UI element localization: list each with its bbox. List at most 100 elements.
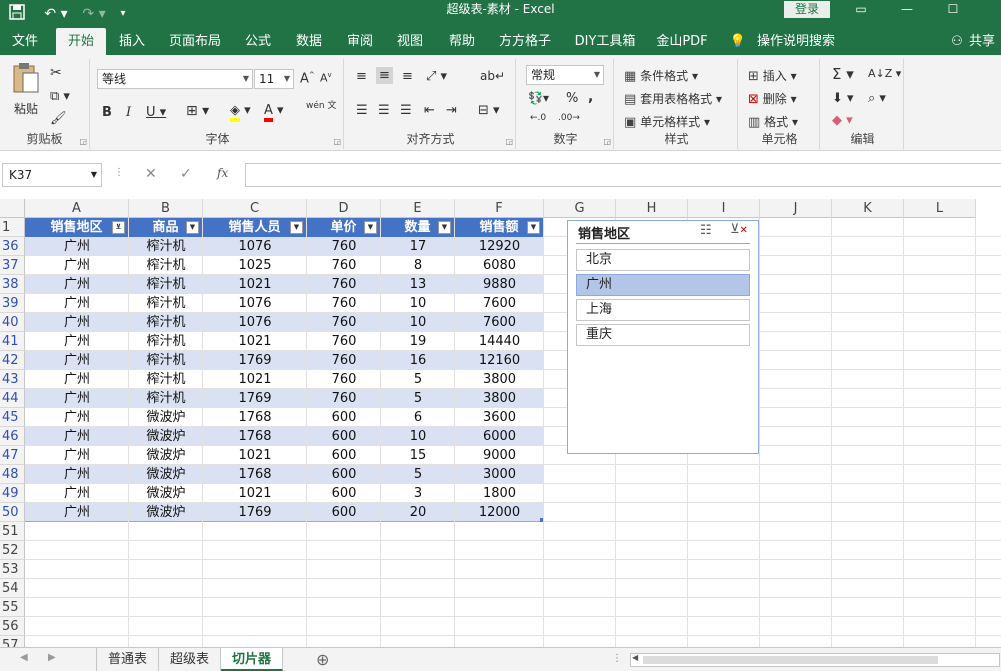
table-cell[interactable]: 广州 xyxy=(25,389,129,408)
table-cell[interactable]: 12160 xyxy=(455,351,544,370)
table-cell[interactable]: 7600 xyxy=(455,294,544,313)
sort-filter-icon[interactable]: A↓Z ▾ xyxy=(868,67,901,80)
table-cell[interactable]: 榨汁机 xyxy=(129,275,203,294)
number-launcher-icon[interactable]: ◲ xyxy=(603,137,611,146)
decrease-indent-icon[interactable]: ⇤ xyxy=(424,103,435,118)
tab-fangfang[interactable]: 方方格子 xyxy=(494,28,556,55)
horizontal-scroll-thumb[interactable] xyxy=(643,656,938,664)
table-cell[interactable]: 微波炉 xyxy=(129,484,203,503)
decrease-font-icon[interactable]: Av xyxy=(320,71,332,85)
table-cell[interactable]: 5 xyxy=(381,389,455,408)
cell-styles-button[interactable]: ▣ 单元格样式 ▾ xyxy=(624,113,710,130)
table-cell[interactable]: 9000 xyxy=(455,446,544,465)
copy-icon[interactable]: ⧉ ▾ xyxy=(50,89,70,104)
phonetic-icon[interactable]: wén 文 xyxy=(306,101,336,111)
table-cell[interactable]: 1769 xyxy=(203,389,307,408)
tab-view[interactable]: 视图 xyxy=(390,28,430,55)
row-header[interactable]: 43 xyxy=(0,370,25,389)
slicer-panel[interactable]: 销售地区 ☷ ⊻✕ 北京 广州 上海 重庆 xyxy=(567,220,759,454)
table-header-cell[interactable]: 单价 ▼ xyxy=(307,218,380,237)
tab-insert[interactable]: 插入 xyxy=(110,28,154,55)
table-cell[interactable]: 600 xyxy=(307,446,381,465)
tab-file[interactable]: 文件 xyxy=(0,28,50,55)
percent-icon[interactable]: % xyxy=(566,91,578,106)
column-header-g[interactable]: G xyxy=(544,199,616,218)
add-sheet-icon[interactable]: ⊕ xyxy=(316,650,329,669)
table-cell[interactable]: 1768 xyxy=(203,427,307,446)
ribbon-display-icon[interactable]: ▭ xyxy=(838,0,884,18)
sheet-tab[interactable]: 普通表 xyxy=(97,648,159,671)
delete-cells-button[interactable]: ⊠ 删除 ▾ xyxy=(748,90,797,107)
increase-font-icon[interactable]: A^ xyxy=(300,71,315,86)
align-center-icon[interactable]: ☰ xyxy=(378,103,390,118)
font-name-select[interactable]: 等线 ▼ xyxy=(97,69,253,89)
login-button[interactable]: 登录 xyxy=(784,1,830,18)
table-cell[interactable]: 10 xyxy=(381,294,455,313)
table-cell[interactable]: 5 xyxy=(381,370,455,389)
table-cell[interactable]: 760 xyxy=(307,313,381,332)
table-cell[interactable]: 16 xyxy=(381,351,455,370)
row-header[interactable]: 39 xyxy=(0,294,25,313)
table-cell[interactable]: 微波炉 xyxy=(129,408,203,427)
table-cell[interactable]: 760 xyxy=(307,332,381,351)
fill-icon[interactable]: ⬇ ▾ xyxy=(832,91,854,106)
underline-button[interactable]: U ▾ xyxy=(146,105,166,120)
table-cell[interactable]: 760 xyxy=(307,237,381,256)
table-cell[interactable]: 6 xyxy=(381,408,455,427)
table-cell[interactable]: 760 xyxy=(307,370,381,389)
table-header-cell[interactable]: 销售地区 ⊻ xyxy=(25,218,128,237)
slicer-item[interactable]: 广州 xyxy=(576,274,750,296)
font-launcher-icon[interactable]: ◲ xyxy=(333,137,341,146)
formula-input[interactable] xyxy=(245,163,1001,187)
column-header-h[interactable]: H xyxy=(616,199,688,218)
insert-cells-button[interactable]: ⊞ 插入 ▾ xyxy=(748,67,797,84)
table-cell[interactable]: 广州 xyxy=(25,256,129,275)
clear-icon[interactable]: ◆ ▾ xyxy=(832,113,853,128)
filter-dropdown-icon[interactable]: ▼ xyxy=(186,221,199,234)
column-header-f[interactable]: F xyxy=(455,199,544,218)
column-header-i[interactable]: I xyxy=(688,199,760,218)
row-header[interactable]: 36 xyxy=(0,237,25,256)
table-cell[interactable]: 1021 xyxy=(203,446,307,465)
column-header-b[interactable]: B xyxy=(129,199,203,218)
row-header[interactable]: 53 xyxy=(0,560,25,579)
table-cell[interactable]: 760 xyxy=(307,351,381,370)
table-cell[interactable]: 15 xyxy=(381,446,455,465)
enter-icon[interactable]: ✓ xyxy=(180,166,192,182)
table-cell[interactable]: 广州 xyxy=(25,313,129,332)
paste-button[interactable]: 粘贴 xyxy=(8,61,44,117)
table-cell[interactable]: 10 xyxy=(381,313,455,332)
orientation-icon[interactable]: ⤢ ▾ xyxy=(426,69,447,84)
accounting-format-icon[interactable]: 💱▾ xyxy=(528,91,549,105)
sheet-tab[interactable]: 超级表 xyxy=(159,648,221,671)
row-header[interactable]: 49 xyxy=(0,484,25,503)
column-header-k[interactable]: K xyxy=(832,199,904,218)
column-header-j[interactable]: J xyxy=(760,199,832,218)
prev-sheet-icon[interactable]: ◀ xyxy=(20,652,28,663)
table-cell[interactable]: 榨汁机 xyxy=(129,351,203,370)
table-cell[interactable]: 1769 xyxy=(203,503,307,522)
table-cell[interactable]: 12920 xyxy=(455,237,544,256)
maximize-icon[interactable]: ☐ xyxy=(930,0,976,18)
filter-dropdown-icon[interactable]: ▼ xyxy=(438,221,451,234)
table-cell[interactable]: 微波炉 xyxy=(129,446,203,465)
align-right-icon[interactable]: ☰ xyxy=(400,103,412,118)
table-cell[interactable]: 760 xyxy=(307,275,381,294)
table-cell[interactable]: 3 xyxy=(381,484,455,503)
tab-home[interactable]: 开始 xyxy=(56,28,106,55)
table-cell[interactable]: 1768 xyxy=(203,465,307,484)
name-box[interactable]: K37 ▼ xyxy=(2,163,102,187)
alignment-launcher-icon[interactable]: ◲ xyxy=(505,137,513,146)
table-cell[interactable]: 9880 xyxy=(455,275,544,294)
table-cell[interactable]: 1800 xyxy=(455,484,544,503)
tab-review[interactable]: 审阅 xyxy=(340,28,380,55)
cut-icon[interactable]: ✂ xyxy=(50,65,62,81)
table-cell[interactable]: 3600 xyxy=(455,408,544,427)
row-header[interactable]: 42 xyxy=(0,351,25,370)
fill-color-icon[interactable]: ◈ ▾ xyxy=(230,103,251,122)
clear-filter-icon[interactable]: ⊻✕ xyxy=(730,222,748,237)
share-button[interactable]: 共享 xyxy=(964,28,1000,55)
filter-dropdown-icon[interactable]: ▼ xyxy=(290,221,303,234)
row-header[interactable]: 38 xyxy=(0,275,25,294)
row-header[interactable]: 45 xyxy=(0,408,25,427)
